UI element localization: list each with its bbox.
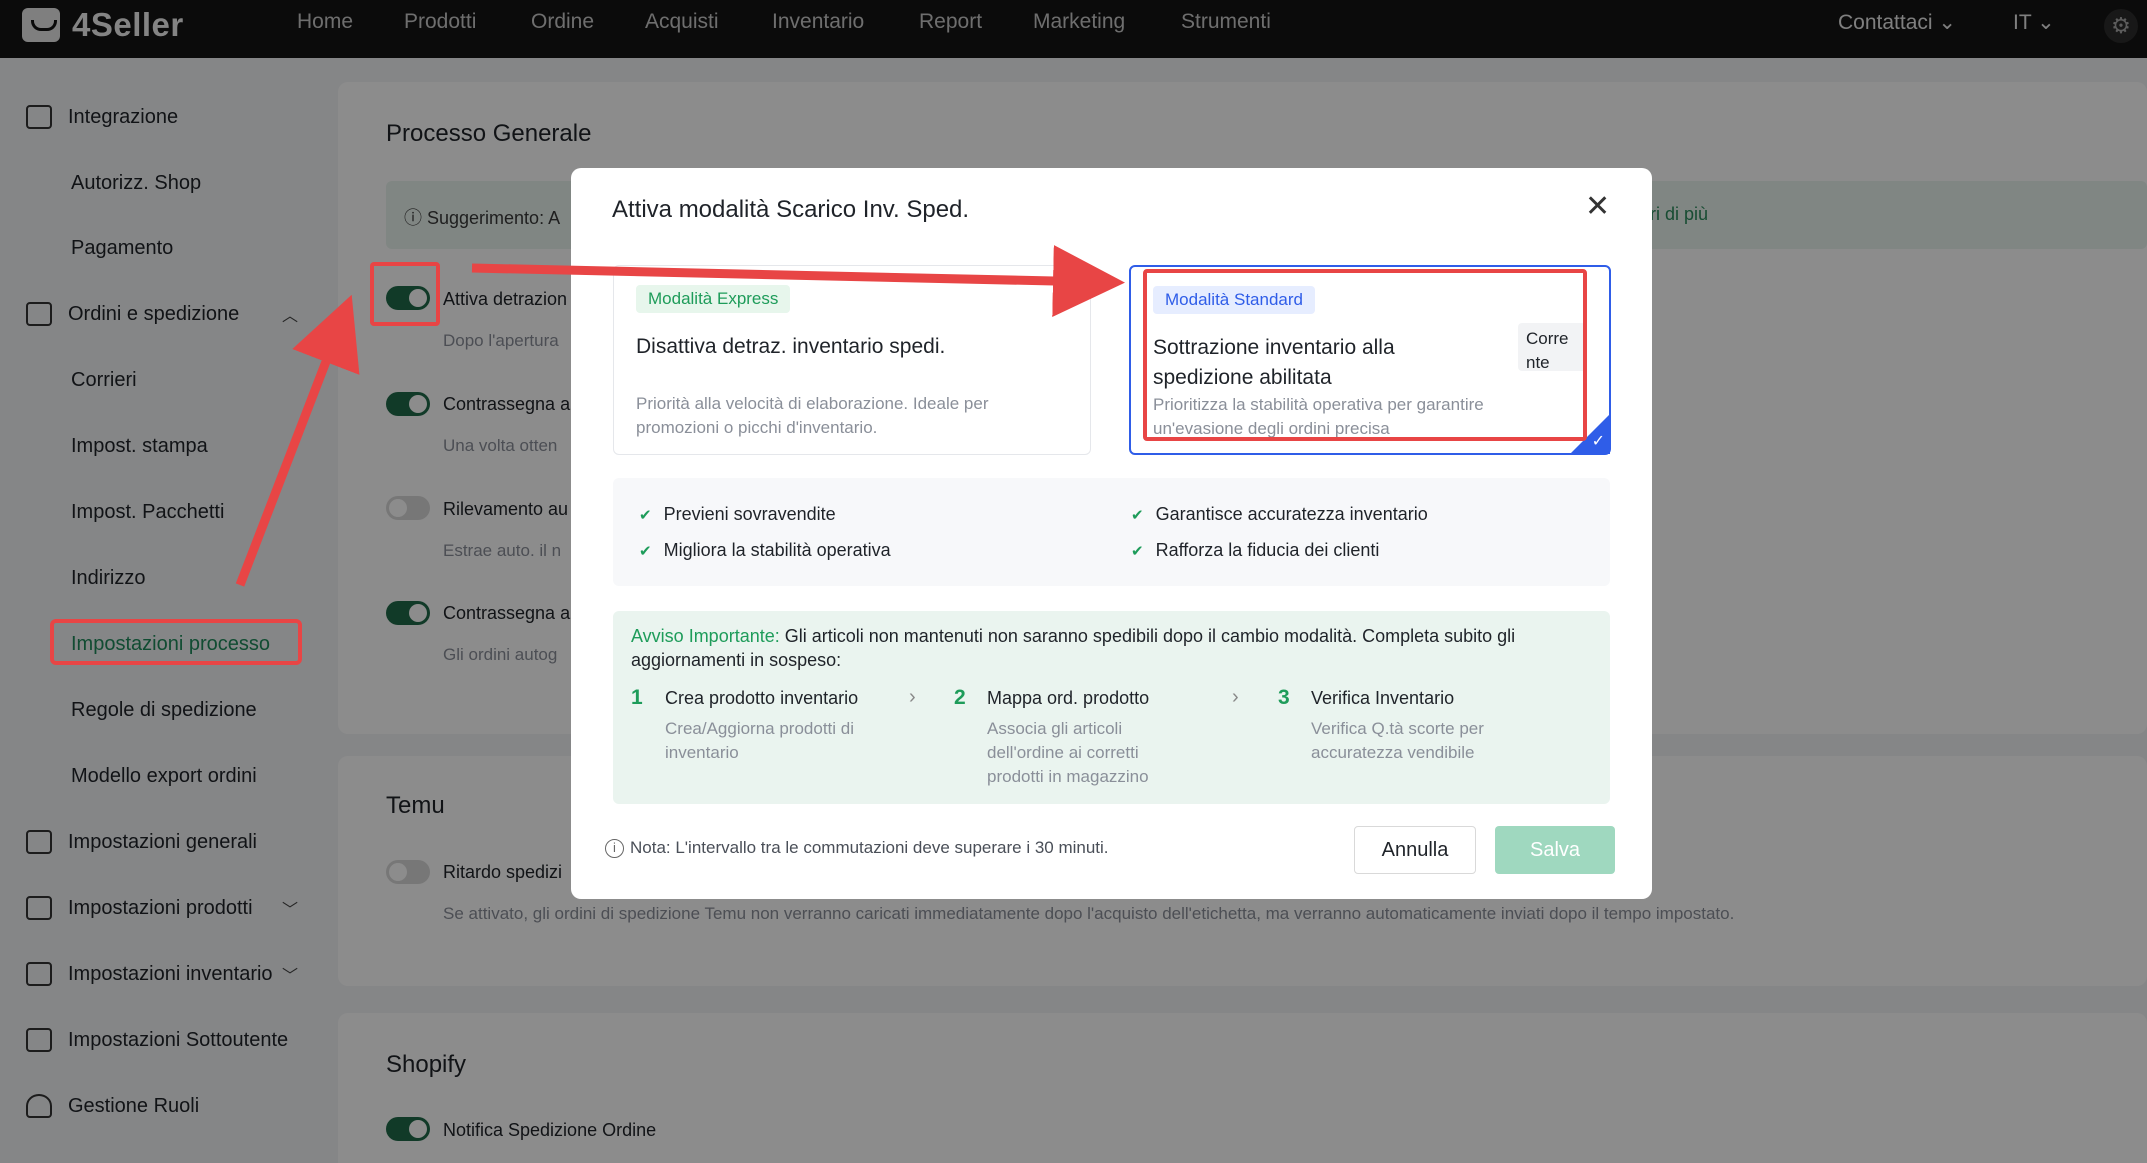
benefit-item: ✔ Migliora la stabilità operativa [639,540,891,560]
express-mode-card[interactable]: Modalità Express Disattiva detraz. inven… [613,265,1091,455]
step-title: Crea prodotto inventario [665,688,859,708]
express-mode-tag: Modalità Express [636,285,791,313]
mode-switch-dialog: Attiva modalità Scarico Inv. Sped. ✕ Mod… [571,168,1652,899]
dialog-title: Attiva modalità Scarico Inv. Sped. [612,196,970,223]
close-icon[interactable]: ✕ [1585,192,1610,222]
check-icon: ✔ [639,506,652,524]
step-number: 3 [1278,686,1290,709]
chevron-right-icon: › [909,686,916,708]
check-icon: ✔ [1131,506,1144,524]
step-number: 1 [631,686,643,709]
important-notice: Avviso Importante: Gli articoli non mant… [613,611,1610,804]
step-description: Crea/Aggiorna prodotti di inventario [665,719,855,762]
step-title: Verifica Inventario [1311,688,1455,708]
step-description: Associa gli articoli dell'ordine ai corr… [987,719,1149,786]
chevron-right-icon: › [1232,686,1239,708]
notice-text: Avviso Importante: Gli articoli non mant… [631,626,1516,670]
express-mode-heading: Disattiva detraz. inventario spedi. [636,335,946,358]
benefit-item: ✔ Rafforza la fiducia dei clienti [1131,540,1380,560]
step-title: Mappa ord. prodotto [987,688,1150,708]
check-icon: ✓ [1591,433,1605,450]
express-mode-description: Priorità alla velocità di elaborazione. … [636,394,989,437]
check-icon: ✔ [1131,542,1144,560]
annotation-highlight-toggle [370,262,440,326]
annotation-highlight-standard [1143,269,1587,441]
cancel-button[interactable]: Annulla [1354,826,1476,874]
step-description: Verifica Q.tà scorte per accuratezza ven… [1311,719,1484,762]
info-icon: i [605,838,624,858]
benefits-box: ✔ Previeni sovravendite ✔ Migliora la stab… [613,478,1610,586]
step-number: 2 [954,686,966,709]
save-button[interactable]: Salva [1495,826,1615,874]
benefit-item: ✔ Garantisce accuratezza inventario [1131,504,1428,524]
switch-interval-note: i Nota: L'intervallo tra le commutazioni… [605,838,1109,858]
benefit-item: ✔ Previeni sovravendite [639,504,836,524]
annotation-highlight-sidebar [50,619,302,665]
check-icon: ✔ [639,542,652,560]
